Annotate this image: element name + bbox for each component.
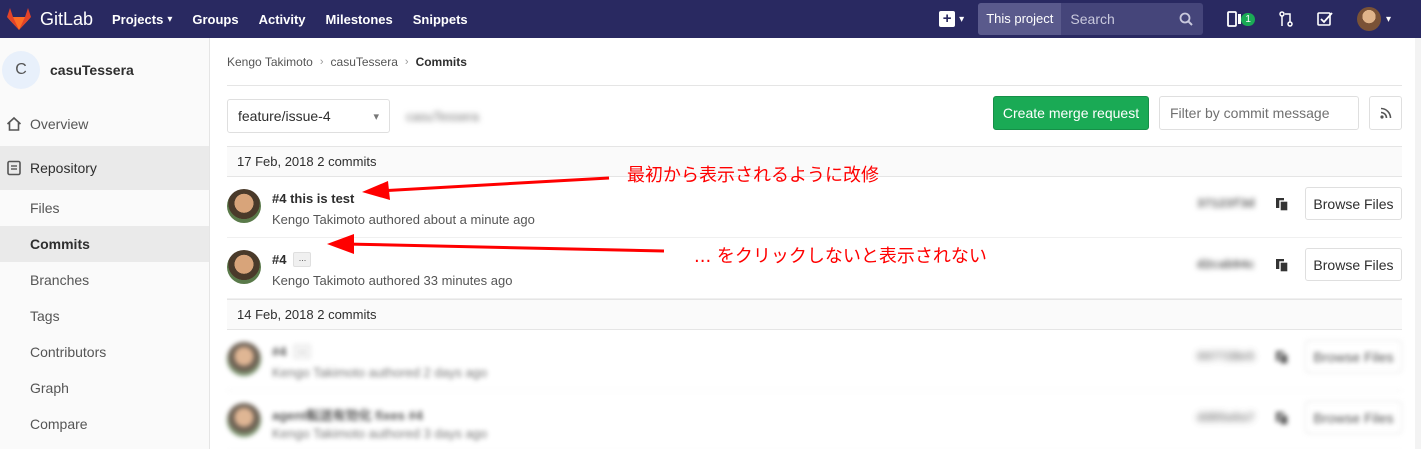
annotation-text-2: ... をクリックしないと表示されない bbox=[694, 246, 987, 267]
annotation-arrows bbox=[327, 176, 665, 254]
annotation-arrow-1 bbox=[362, 176, 610, 200]
annotation-arrow-2 bbox=[327, 234, 665, 254]
annotation-text-1: 最初から表示されるように改修 bbox=[627, 165, 879, 186]
